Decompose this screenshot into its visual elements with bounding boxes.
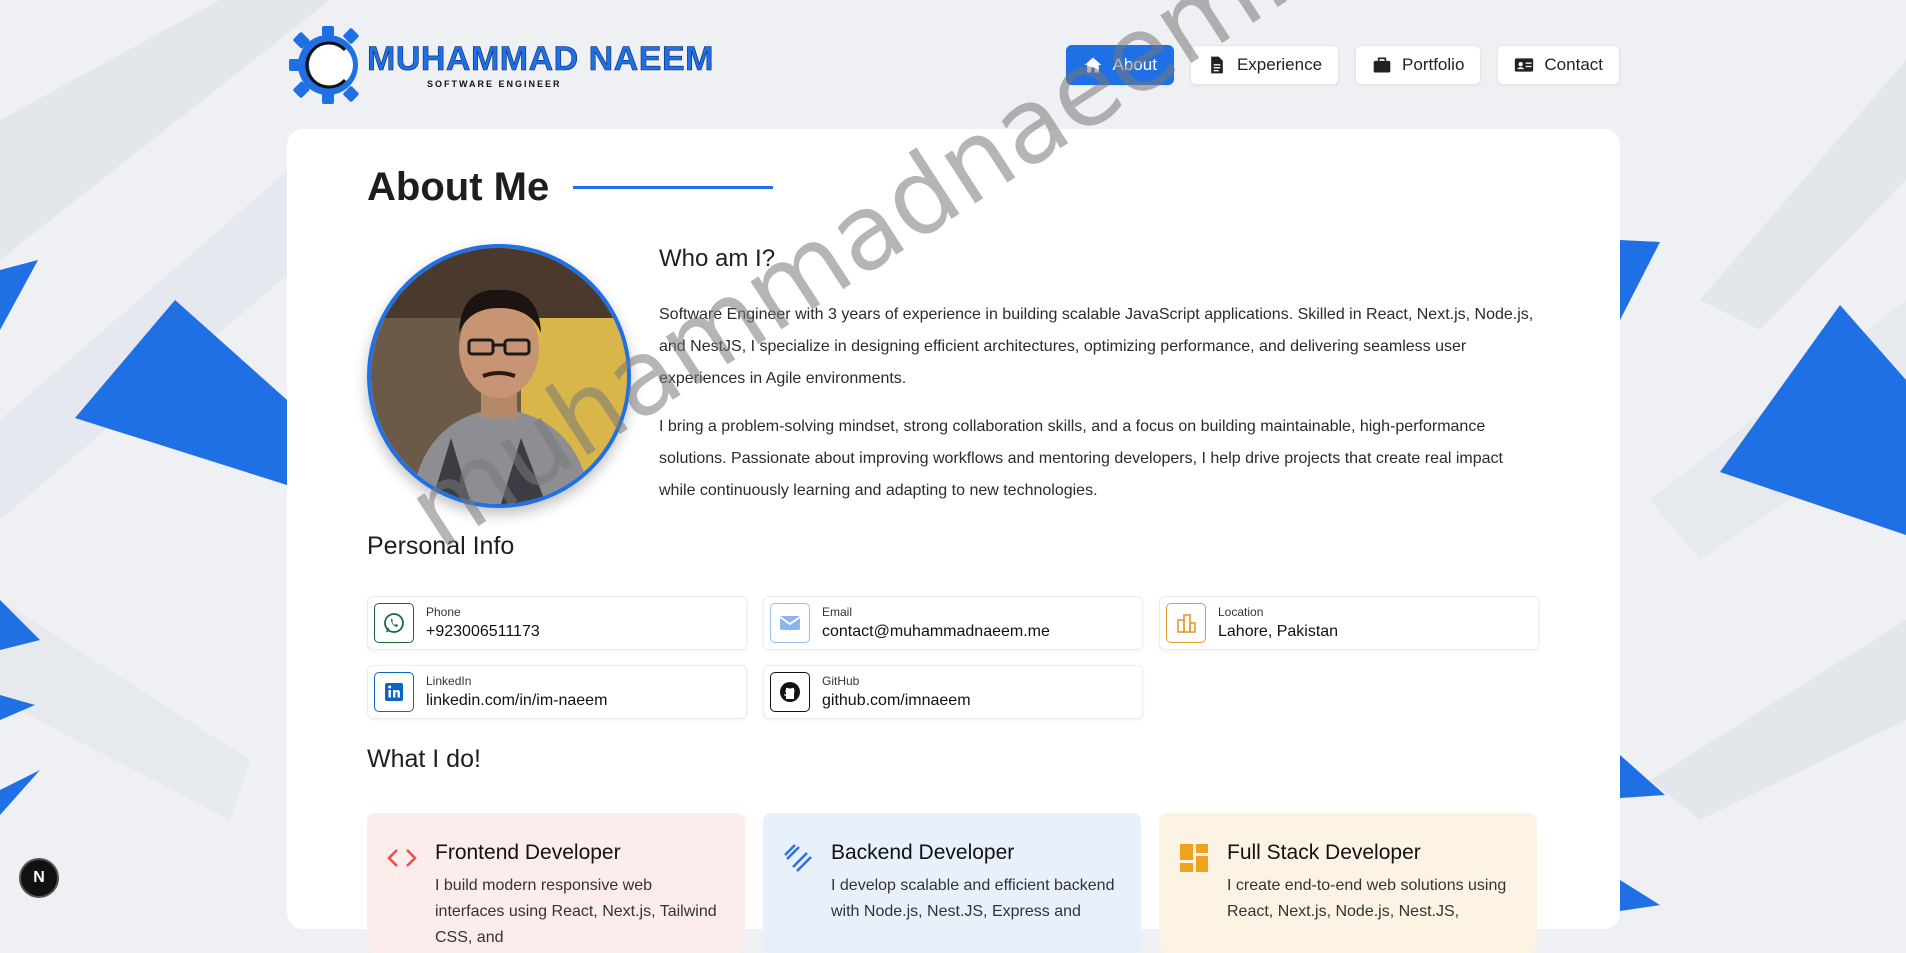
bio-paragraph-1: Software Engineer with 3 years of experi… <box>659 306 1534 387</box>
info-email-label: Email <box>822 605 853 619</box>
info-linkedin-value: linkedin.com/in/im-naeem <box>426 692 608 709</box>
nav-experience-label: Experience <box>1236 55 1323 74</box>
service-backend: Backend Developer I develop scalable and… <box>763 813 1141 953</box>
info-phone[interactable]: Phone +923006511173 <box>367 596 747 650</box>
nav-portfolio[interactable]: Portfolio <box>1355 45 1482 85</box>
info-location[interactable]: Location Lahore, Pakistan <box>1159 596 1539 650</box>
info-email[interactable]: Email contact@muhammadnaeem.me <box>763 596 1143 650</box>
nextjs-dev-badge[interactable]: N <box>19 858 59 898</box>
nav-about-label: About <box>1112 55 1157 74</box>
service-fullstack: Full Stack Developer I create end-to-end… <box>1159 813 1537 953</box>
info-phone-label: Phone <box>426 605 461 619</box>
nav-contact-label: Contact <box>1544 55 1603 74</box>
brand-subtitle: SOFTWARE ENGINEER <box>427 78 562 89</box>
info-github[interactable]: GitHub github.com/imnaeem <box>763 665 1143 719</box>
contact-card-icon <box>1515 58 1534 72</box>
page-title: About Me <box>367 165 550 209</box>
main-nav: About Experience Portfolio Contact <box>1065 45 1620 85</box>
what-i-do-heading: What I do! <box>367 745 481 773</box>
mail-icon <box>770 603 810 643</box>
nav-experience[interactable]: Experience <box>1189 45 1340 85</box>
info-phone-value: +923006511173 <box>426 623 540 640</box>
document-icon <box>1211 56 1223 74</box>
whatsapp-icon <box>374 603 414 643</box>
info-linkedin[interactable]: LinkedIn linkedin.com/in/im-naeem <box>367 665 747 719</box>
info-github-label: GitHub <box>822 674 860 688</box>
service-fullstack-text: I create end-to-end web solutions using … <box>1227 877 1507 920</box>
brand-logo[interactable]: MUHAMMAD NAEEM SOFTWARE ENGINEER <box>287 24 714 106</box>
nav-about[interactable]: About <box>1065 45 1174 85</box>
title-underline <box>573 186 774 189</box>
briefcase-icon <box>1373 57 1391 73</box>
info-linkedin-label: LinkedIn <box>426 674 472 688</box>
nav-contact[interactable]: Contact <box>1497 45 1620 85</box>
service-backend-title: Backend Developer <box>831 841 1015 864</box>
nav-portfolio-label: Portfolio <box>1402 55 1465 74</box>
service-frontend-title: Frontend Developer <box>435 841 621 864</box>
info-email-value: contact@muhammadnaeem.me <box>822 623 1050 640</box>
profile-photo <box>367 244 631 508</box>
city-icon <box>1166 603 1206 643</box>
home-icon <box>1084 57 1101 73</box>
code-icon <box>387 849 417 867</box>
info-github-value: github.com/imnaeem <box>822 692 971 709</box>
github-icon <box>770 672 810 712</box>
backend-icon <box>784 844 812 872</box>
gear-logo-icon <box>289 26 359 104</box>
info-location-value: Lahore, Pakistan <box>1218 623 1339 640</box>
who-heading: Who am I? <box>659 245 776 272</box>
service-backend-text: I develop scalable and efficient backend… <box>831 877 1115 920</box>
info-location-label: Location <box>1218 605 1264 619</box>
personal-info-heading: Personal Info <box>367 532 515 560</box>
service-fullstack-title: Full Stack Developer <box>1227 841 1421 864</box>
dashboard-icon <box>1180 844 1208 872</box>
who-section: Who am I? Software Engineer with 3 years… <box>659 245 1539 523</box>
service-frontend: Frontend Developer I build modern respon… <box>367 813 745 953</box>
about-card: About Me Who am I? Software Engineer wit… <box>287 129 1620 953</box>
service-frontend-text: I build modern responsive web interfaces… <box>435 877 717 946</box>
brand-name: MUHAMMAD NAEEM <box>367 39 714 78</box>
linkedin-icon <box>374 672 414 712</box>
site-header: MUHAMMAD NAEEM SOFTWARE ENGINEER About E… <box>287 24 1620 106</box>
bio-paragraph-2: I bring a problem-solving mindset, stron… <box>659 418 1503 499</box>
